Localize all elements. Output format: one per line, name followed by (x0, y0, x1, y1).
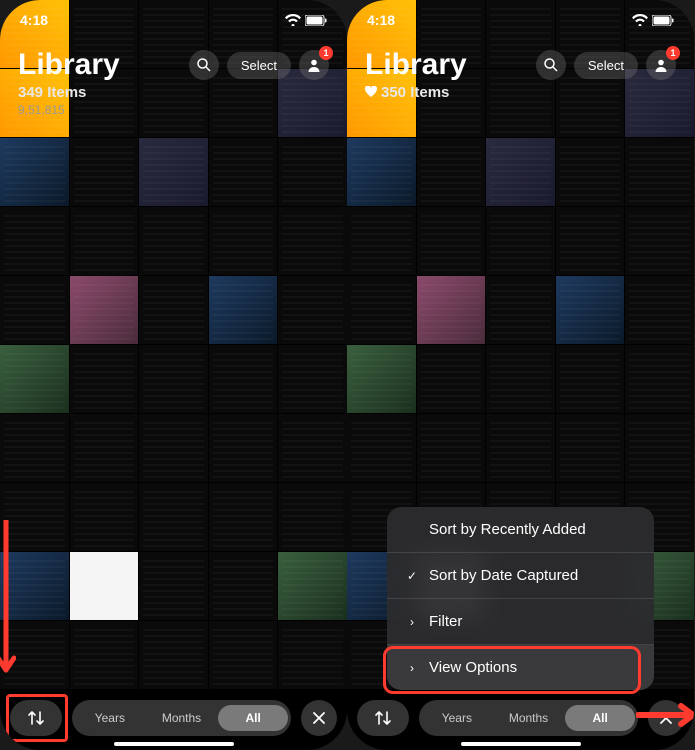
seg-all[interactable]: All (218, 705, 288, 731)
home-indicator[interactable] (461, 742, 581, 746)
status-icons (632, 14, 674, 26)
profile-button[interactable]: 1 (646, 50, 676, 80)
status-time: 4:18 (367, 12, 395, 28)
screen-right: 4:18 Library Select 1 350 Items (347, 0, 694, 750)
select-button[interactable]: Select (227, 52, 291, 79)
status-bar: 4:18 (347, 0, 694, 40)
items-count: 349 Items (18, 84, 329, 101)
page-title: Library (18, 48, 120, 82)
menu-filter[interactable]: › Filter (387, 599, 654, 645)
menu-sort-recent[interactable]: Sort by Recently Added (387, 507, 654, 553)
notification-badge: 1 (666, 46, 680, 60)
bottom-toolbar: Years Months All (357, 700, 684, 736)
checkmark-icon: ✓ (405, 569, 419, 583)
annotation-arrow (0, 520, 16, 680)
search-button[interactable] (536, 50, 566, 80)
status-time: 4:18 (20, 12, 48, 28)
status-bar: 4:18 (0, 0, 347, 40)
page-title: Library (365, 48, 467, 82)
seg-all[interactable]: All (565, 705, 635, 731)
seg-months[interactable]: Months (147, 705, 217, 731)
time-segment-control: Years Months All (72, 700, 291, 736)
sort-popup-menu: Sort by Recently Added ✓ Sort by Date Ca… (387, 507, 654, 690)
battery-icon (652, 15, 674, 26)
bottom-toolbar: Years Months All (10, 700, 337, 736)
status-icons (285, 14, 327, 26)
library-header: Library Select 1 349 Items 9,51,815 (0, 40, 347, 129)
search-button[interactable] (189, 50, 219, 80)
battery-icon (305, 15, 327, 26)
home-indicator[interactable] (114, 742, 234, 746)
wifi-icon (632, 14, 648, 26)
search-icon (197, 58, 211, 72)
menu-sort-date[interactable]: ✓ Sort by Date Captured (387, 553, 654, 599)
wifi-icon (285, 14, 301, 26)
seg-months[interactable]: Months (494, 705, 564, 731)
items-count: 350 Items (381, 84, 449, 101)
menu-view-options[interactable]: › View Options (387, 645, 654, 690)
chevron-right-icon: › (405, 661, 419, 675)
profile-button[interactable]: 1 (299, 50, 329, 80)
search-icon (544, 58, 558, 72)
select-button[interactable]: Select (574, 52, 638, 79)
sort-button[interactable] (357, 700, 409, 736)
chevron-right-icon: › (405, 615, 419, 629)
person-icon (307, 58, 321, 72)
person-icon (654, 58, 668, 72)
seg-years[interactable]: Years (75, 705, 145, 731)
annotation-arrow (636, 700, 694, 730)
heart-icon (365, 86, 377, 97)
time-segment-control: Years Months All (419, 700, 638, 736)
notification-badge: 1 (319, 46, 333, 60)
close-button[interactable] (301, 700, 337, 736)
sort-button[interactable] (10, 700, 62, 736)
sort-arrows-icon (27, 710, 45, 726)
seg-years[interactable]: Years (422, 705, 492, 731)
screen-left: 4:18 Library Select 1 349 Items 9,51,815 (0, 0, 347, 750)
sort-arrows-icon (374, 710, 392, 726)
library-header: Library Select 1 350 Items (347, 40, 694, 113)
meta-text: 9,51,815 (18, 103, 329, 117)
close-icon (313, 712, 325, 724)
